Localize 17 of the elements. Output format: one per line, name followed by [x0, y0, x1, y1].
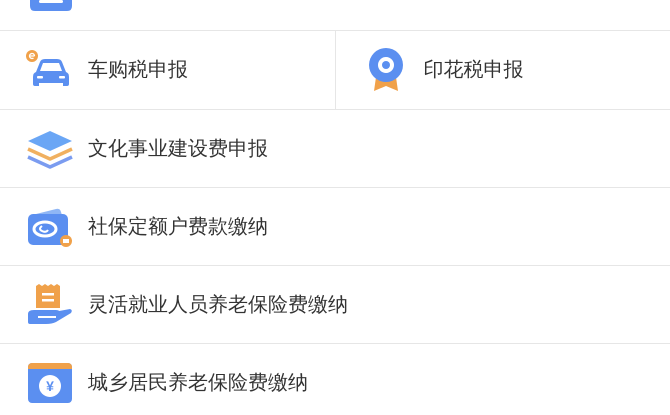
service-row[interactable]: 社保定额户费款缴纳 — [0, 188, 670, 266]
service-tile[interactable]: 车购税申报 — [0, 31, 336, 109]
service-label: 印花税申报 — [424, 58, 524, 83]
service-label: 城乡居民养老保险费缴纳 — [88, 370, 308, 396]
service-label: 灵活就业人员养老保险费缴纳 — [88, 292, 348, 318]
hand-receipt-icon — [26, 284, 74, 326]
wallet-icon — [26, 206, 74, 246]
service-tile[interactable]: 印花税申报 — [336, 31, 670, 109]
money-icon: ¥ — [28, 362, 72, 402]
service-label: 文化事业建设费申报 — [88, 136, 268, 162]
service-row[interactable]: 灵活就业人员养老保险费缴纳 — [0, 266, 670, 344]
service-row[interactable]: ¥ 城乡居民养老保险费缴纳 — [0, 344, 670, 415]
service-label: 社保定额户费款缴纳 — [88, 214, 268, 240]
layers-icon — [26, 128, 74, 168]
service-label: 车购税申报 — [88, 58, 188, 83]
service-row[interactable]: 文化事业建设费申报 — [0, 110, 670, 188]
document-icon — [30, 0, 72, 11]
